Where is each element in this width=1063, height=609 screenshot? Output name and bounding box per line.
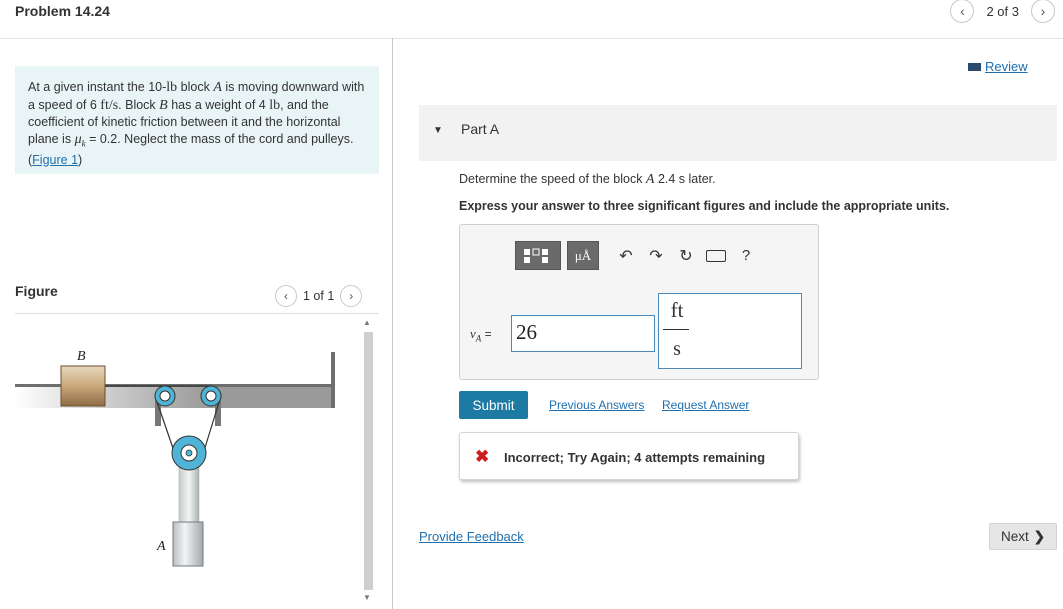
answer-value-input[interactable]: 26	[511, 315, 655, 352]
book-icon	[968, 62, 981, 71]
scrollbar-thumb[interactable]	[364, 332, 373, 590]
chevron-right-icon: ❯	[1033, 528, 1046, 544]
pane-divider[interactable]	[392, 38, 393, 609]
answer-variable-label: vA =	[470, 326, 492, 344]
unit-denominator[interactable]: s	[665, 338, 689, 361]
keyboard-icon[interactable]	[706, 249, 726, 262]
request-answer-link[interactable]: Request Answer	[662, 398, 749, 412]
review-link[interactable]: Review	[968, 59, 1028, 74]
chevron-right-icon: ›	[1040, 3, 1046, 19]
part-label: Part A	[461, 121, 500, 137]
chevron-left-icon: ‹	[960, 3, 965, 19]
undo-icon[interactable]: ↶	[611, 246, 641, 266]
figure-page-indicator: 1 of 1	[303, 289, 335, 303]
problem-navigation: ‹ 2 of 3 ›	[950, 0, 1055, 23]
hanger-rod	[178, 463, 200, 523]
previous-answers-link[interactable]: Previous Answers	[549, 398, 644, 412]
figure-navigation: ‹ 1 of 1 ›	[275, 285, 363, 307]
block-b	[60, 365, 106, 407]
next-figure-button[interactable]: ›	[340, 285, 363, 307]
provide-feedback-link[interactable]: Provide Feedback	[419, 529, 524, 544]
block-a	[172, 521, 204, 567]
block-a-label: A	[156, 539, 166, 554]
collapse-triangle-icon[interactable]: ▼	[433, 125, 443, 136]
pulley-moving	[171, 435, 207, 471]
previous-figure-button[interactable]: ‹	[275, 285, 297, 307]
math-toolbar: μÅ ↶ ↷ ↻ ?	[515, 241, 761, 270]
scroll-up-icon[interactable]: ▲	[363, 318, 371, 327]
templates-icon	[524, 248, 548, 263]
feedback-text: Incorrect; Try Again; 4 attempts remaini…	[504, 450, 766, 465]
previous-problem-button[interactable]: ‹	[950, 0, 975, 23]
templates-button[interactable]	[515, 241, 561, 270]
figure-scrollbar[interactable]: ▲ ▼	[361, 318, 375, 604]
answer-units-input[interactable]: ft s	[658, 293, 802, 369]
problem-title: Problem 14.24	[15, 3, 110, 19]
submit-button[interactable]: Submit	[459, 391, 528, 419]
part-a-header[interactable]: ▼ Part A	[419, 105, 1057, 161]
figure-link[interactable]: Figure 1	[32, 153, 78, 167]
header-divider	[0, 38, 1063, 39]
redo-icon[interactable]: ↷	[641, 246, 671, 266]
problem-statement: At a given instant the 10-lb block A is …	[15, 66, 379, 174]
figure-heading: Figure	[15, 283, 58, 299]
problem-page-indicator: 2 of 3	[986, 3, 1019, 19]
scroll-down-icon[interactable]: ▼	[363, 593, 371, 602]
pulley-right	[200, 385, 222, 407]
figure-divider	[15, 313, 379, 314]
question-text: Determine the speed of the block A 2.4 s…	[459, 172, 716, 187]
wall-post	[331, 352, 335, 408]
block-b-label: B	[77, 349, 86, 364]
help-button[interactable]: ?	[731, 247, 761, 264]
fraction-bar	[663, 329, 689, 330]
chevron-right-icon: ›	[349, 289, 354, 303]
incorrect-x-icon: ✖	[475, 447, 490, 466]
answer-entry-panel: μÅ ↶ ↷ ↻ ? vA = 26 ft s	[459, 224, 819, 380]
pulley-system-figure: B A	[15, 349, 335, 567]
pulley-left	[154, 385, 176, 407]
next-button[interactable]: Next ❯	[989, 523, 1057, 550]
unit-numerator[interactable]: ft	[665, 298, 689, 323]
next-problem-button[interactable]: ›	[1031, 0, 1055, 23]
answer-instruction: Express your answer to three significant…	[459, 199, 950, 213]
units-symbol-button[interactable]: μÅ	[567, 241, 599, 270]
chevron-left-icon: ‹	[284, 289, 288, 303]
feedback-message: ✖ Incorrect; Try Again; 4 attempts remai…	[459, 432, 799, 480]
reset-icon[interactable]: ↻	[671, 246, 701, 266]
